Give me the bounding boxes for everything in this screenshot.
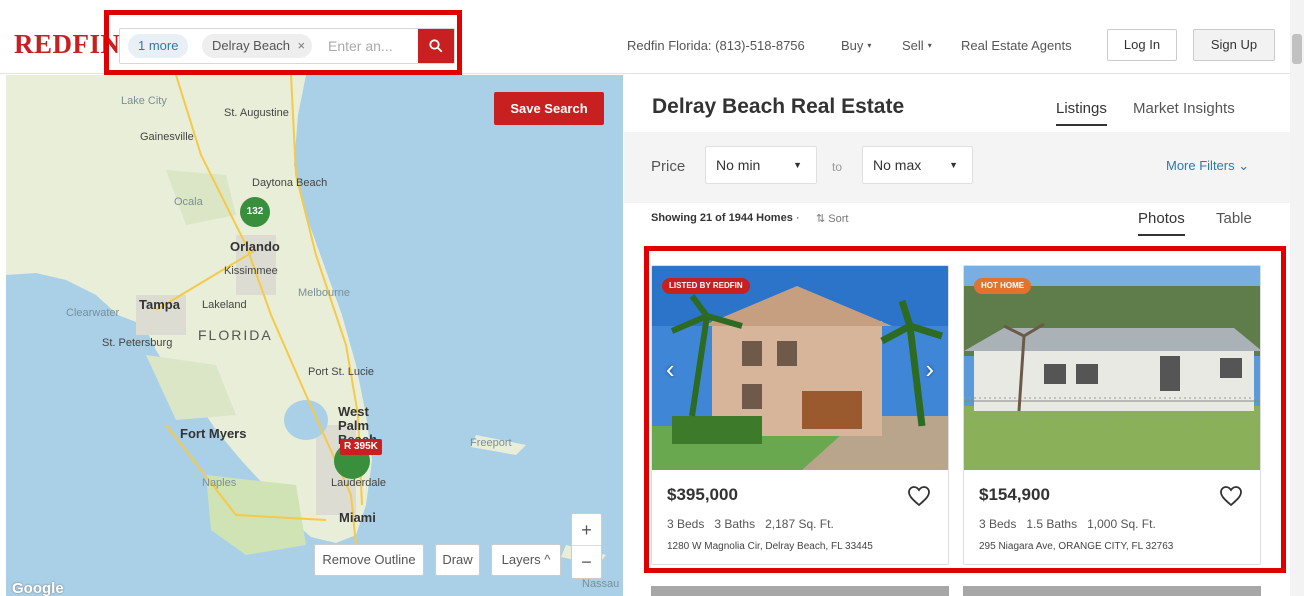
max-price-value: No max [873, 157, 922, 173]
map-label-ocala: Ocala [174, 196, 203, 208]
nav-buy-label: Buy [841, 38, 864, 53]
scrollbar-thumb[interactable] [1292, 34, 1302, 64]
nav-sell[interactable]: Sell ▾ [902, 38, 932, 53]
min-price-select[interactable]: No min ▼ [705, 146, 817, 184]
sort-button[interactable]: ⇅ Sort [816, 212, 848, 225]
map-price-pin-label: 395K [354, 441, 378, 452]
map-label-tampa: Tampa [139, 297, 180, 312]
listing-cluster-marker[interactable]: 132 [240, 197, 270, 227]
map-price-pin[interactable]: R 395K [340, 439, 382, 455]
map-label-florida: FLORIDA [198, 327, 273, 343]
map-view[interactable]: Lake City St. Augustine Gainesville Dayt… [6, 75, 623, 596]
min-price-value: No min [716, 157, 761, 173]
map-label-st-augustine: St. Augustine [224, 107, 289, 119]
top-header: REDFIN 1 more Delray Beach × Redfin Flor… [0, 0, 1290, 75]
draw-button[interactable]: Draw [435, 544, 480, 576]
results-count-text: Showing 21 of 1944 Homes [651, 212, 793, 224]
map-label-lakeland: Lakeland [202, 299, 247, 311]
map-label-naples: Naples [202, 477, 237, 489]
map-label-miami: Miami [339, 510, 376, 525]
map-label-nassau: Nassau [582, 578, 620, 590]
zoom-in-button[interactable]: + [572, 514, 601, 546]
layers-button[interactable]: Layers ^ [491, 544, 561, 576]
page-title: Delray Beach Real Estate [652, 95, 905, 118]
login-button[interactable]: Log In [1107, 29, 1177, 61]
search-highlight-box [104, 10, 462, 75]
page-scrollbar[interactable] [1290, 0, 1304, 596]
map-label-port-st-lucie: Port St. Lucie [308, 366, 375, 378]
signup-button[interactable]: Sign Up [1193, 29, 1275, 61]
map-label-freeport: Freeport [470, 437, 512, 449]
chevron-down-icon: ▾ [867, 41, 872, 50]
remove-outline-button[interactable]: Remove Outline [314, 544, 424, 576]
tab-photos-view[interactable]: Photos [1138, 210, 1185, 236]
map-label-kissimmee: Kissimmee [224, 265, 278, 277]
more-filters-link[interactable]: More Filters ⌄ [1166, 158, 1249, 174]
map-label-lake-city: Lake City [121, 95, 167, 107]
map-label-fort-myers: Fort Myers [180, 426, 247, 441]
price-range-separator: to [832, 160, 843, 174]
next-listing-photo-peek [651, 586, 949, 596]
save-search-button[interactable]: Save Search [494, 92, 604, 125]
filter-bar: Price No min ▼ to No max ▼ More Filters … [624, 132, 1290, 203]
map-label-gainesville: Gainesville [140, 131, 194, 143]
price-filter-label: Price [651, 158, 686, 175]
zoom-control: + − [571, 513, 602, 579]
florida-map-graphic [6, 75, 606, 565]
nav-real-estate-agents[interactable]: Real Estate Agents [961, 38, 1072, 53]
map-label-daytona-beach: Daytona Beach [252, 177, 328, 189]
tab-table-view[interactable]: Table [1216, 210, 1252, 227]
chevron-down-icon: ▼ [793, 160, 802, 170]
next-listing-photo-peek [963, 586, 1261, 596]
max-price-select[interactable]: No max ▼ [862, 146, 973, 184]
chevron-down-icon: ▼ [949, 160, 958, 170]
listings-highlight-box [644, 246, 1286, 573]
results-count: Showing 21 of 1944 Homes · [651, 212, 800, 224]
chevron-down-icon: ▾ [927, 41, 932, 50]
map-label-clearwater: Clearwater [66, 307, 120, 319]
map-label-orlando: Orlando [230, 239, 280, 254]
map-label-melbourne: Melbourne [298, 287, 350, 299]
nav-sell-label: Sell [902, 38, 924, 53]
tab-market-insights[interactable]: Market Insights [1133, 100, 1235, 117]
zoom-out-button[interactable]: − [572, 546, 601, 578]
google-attribution-logo: Google [12, 580, 64, 596]
redfin-app: REDFIN 1 more Delray Beach × Redfin Flor… [0, 0, 1304, 596]
map-label-st-petersburg: St. Petersburg [102, 337, 173, 349]
tab-listings[interactable]: Listings [1056, 100, 1107, 126]
phone-number[interactable]: Redfin Florida: (813)-518-8756 [627, 38, 805, 53]
map-label-lauderdale: Lauderdale [331, 477, 387, 489]
nav-buy[interactable]: Buy ▾ [841, 38, 871, 53]
